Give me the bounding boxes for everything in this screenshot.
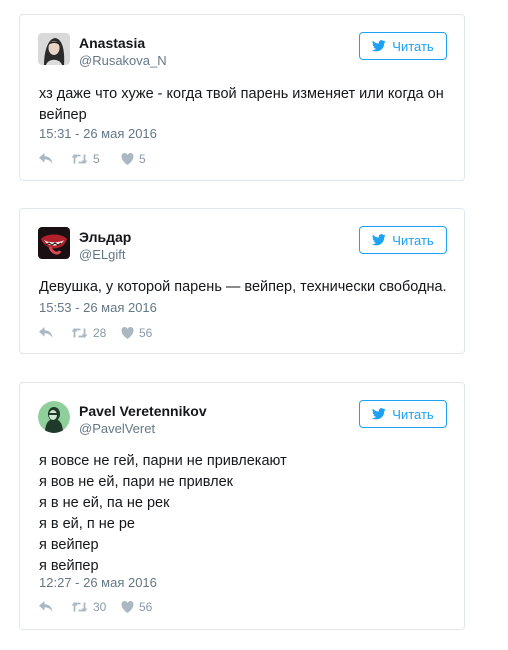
twitter-bird-icon bbox=[372, 40, 387, 52]
tweet-text: Девушка, у которой парень — вейпер, техн… bbox=[39, 277, 447, 298]
like-count: 56 bbox=[139, 326, 153, 340]
like-button[interactable]: 56 bbox=[121, 600, 152, 614]
reply-icon bbox=[39, 153, 53, 165]
retweet-button[interactable]: 5 bbox=[71, 152, 121, 166]
display-name[interactable]: Anastasia bbox=[79, 35, 145, 51]
avatar[interactable] bbox=[38, 227, 70, 259]
follow-button[interactable]: Читать bbox=[359, 32, 447, 60]
reply-icon bbox=[39, 327, 53, 339]
follow-button[interactable]: Читать bbox=[359, 400, 447, 428]
follow-label: Читать bbox=[392, 232, 434, 248]
tweet-card: Pavel Veretennikov @PavelVeret Читать я … bbox=[19, 382, 465, 630]
timestamp[interactable]: 15:53 - 26 мая 2016 bbox=[39, 300, 157, 315]
tweet-text-line: я в не ей, па не рек bbox=[39, 495, 170, 511]
retweet-icon bbox=[71, 601, 88, 613]
display-name[interactable]: Эльдар bbox=[79, 229, 131, 245]
avatar[interactable] bbox=[38, 401, 70, 433]
like-count: 56 bbox=[139, 600, 153, 614]
retweet-icon bbox=[71, 327, 88, 339]
like-button[interactable]: 5 bbox=[121, 152, 146, 166]
timestamp[interactable]: 12:27 - 26 мая 2016 bbox=[39, 575, 157, 590]
tweet-text: я вовсе не гей, парни не привлекают я во… bbox=[39, 451, 446, 577]
retweet-count: 30 bbox=[93, 600, 107, 614]
retweet-count: 28 bbox=[93, 326, 107, 340]
retweet-icon bbox=[71, 153, 88, 165]
tweet-actions: 5 5 bbox=[39, 151, 146, 167]
tweet-card: Эльдар @ELgift Читать Девушка, у которой… bbox=[19, 208, 465, 354]
tweet-text-line: я вов не ей, пари не привлек bbox=[39, 474, 234, 490]
follow-label: Читать bbox=[392, 38, 434, 54]
tweet-text-line: я вейпер bbox=[39, 537, 99, 553]
tweet-actions: 30 56 bbox=[39, 599, 152, 615]
tweet-actions: 28 56 bbox=[39, 325, 152, 341]
retweet-button[interactable]: 28 bbox=[71, 326, 121, 340]
twitter-bird-icon bbox=[372, 234, 387, 246]
follow-label: Читать bbox=[392, 406, 434, 422]
user-handle[interactable]: @Rusakova_N bbox=[79, 53, 167, 68]
heart-icon bbox=[121, 601, 134, 613]
like-button[interactable]: 56 bbox=[121, 326, 152, 340]
tweet-text: хз даже что хуже - когда твой парень изм… bbox=[39, 84, 446, 126]
heart-icon bbox=[121, 153, 134, 165]
tweet-text-line: вейпер bbox=[39, 107, 87, 123]
retweet-button[interactable]: 30 bbox=[71, 600, 121, 614]
heart-icon bbox=[121, 327, 134, 339]
tweet-text-line: я в ей, п не ре bbox=[39, 516, 135, 532]
display-name[interactable]: Pavel Veretennikov bbox=[79, 403, 207, 419]
tweet-text-line: Девушка, у которой парень — вейпер, техн… bbox=[39, 279, 447, 295]
tweet-text-line: хз даже что хуже - когда твой парень изм… bbox=[39, 86, 444, 102]
reply-button[interactable] bbox=[39, 327, 71, 339]
timestamp[interactable]: 15:31 - 26 мая 2016 bbox=[39, 126, 157, 141]
follow-button[interactable]: Читать bbox=[359, 226, 447, 254]
reply-icon bbox=[39, 601, 53, 613]
twitter-bird-icon bbox=[372, 408, 387, 420]
reply-button[interactable] bbox=[39, 601, 71, 613]
tweet-text-line: я вейпер bbox=[39, 558, 99, 574]
avatar[interactable] bbox=[38, 33, 70, 65]
tweet-text-line: я вовсе не гей, парни не привлекают bbox=[39, 453, 287, 469]
reply-button[interactable] bbox=[39, 153, 71, 165]
like-count: 5 bbox=[139, 152, 146, 166]
tweet-card: Anastasia @Rusakova_N Читать хз даже что… bbox=[19, 14, 465, 181]
user-handle[interactable]: @ELgift bbox=[79, 247, 125, 262]
retweet-count: 5 bbox=[93, 152, 100, 166]
user-handle[interactable]: @PavelVeret bbox=[79, 421, 155, 436]
